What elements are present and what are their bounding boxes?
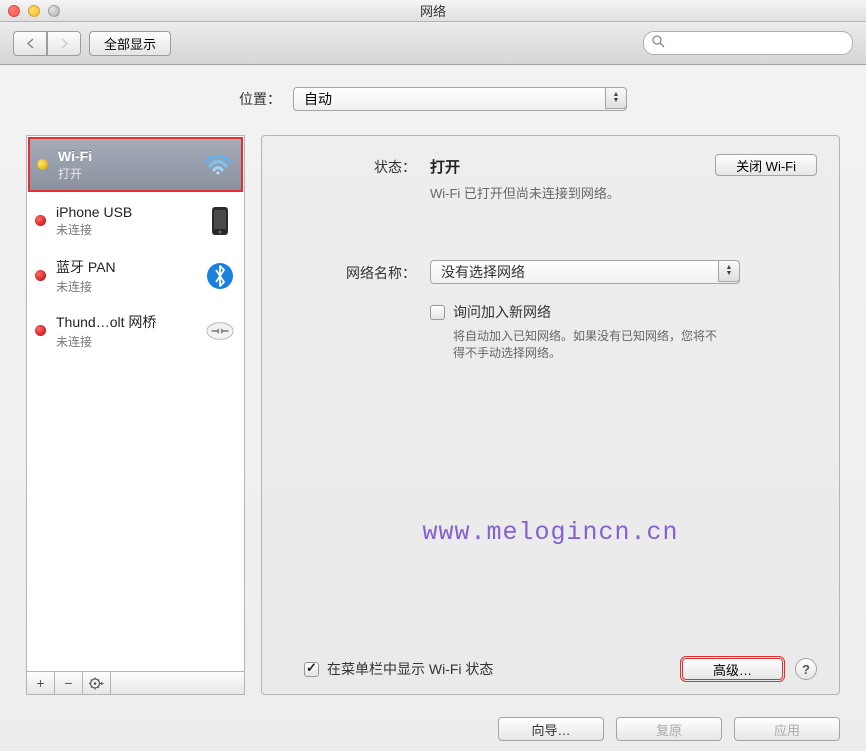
add-service-button[interactable]: + [27,672,55,694]
list-toolbar: + − [26,671,245,695]
network-name-select[interactable]: 没有选择网络 ▲▼ [430,260,740,284]
location-row: 位置： 自动 ▲▼ [26,87,840,111]
ask-join-checkbox[interactable] [430,305,445,320]
back-button[interactable] [13,31,47,56]
network-name-value: 没有选择网络 [441,262,525,282]
service-name: Thund…olt 网桥 [56,312,206,332]
service-status: 未连接 [56,278,206,295]
network-name-label: 网络名称： [284,260,416,283]
service-name: iPhone USB [56,204,206,220]
select-arrows-icon: ▲▼ [718,260,740,282]
traffic-lights [8,5,60,17]
sidebar: Wi-Fi 打开 iPhone USB 未连接 [26,135,245,695]
remove-service-button[interactable]: − [55,672,83,694]
status-dot-icon [35,215,46,226]
ask-join-row: 询问加入新网络 将自动加入已知网络。如果没有已知网络，您将不得不手动选择网络。 [284,302,817,362]
service-status: 打开 [58,165,204,182]
apply-button[interactable]: 应用 [734,717,840,741]
toolbar: 全部显示 [0,22,866,65]
service-name: Wi-Fi [58,148,204,164]
location-value: 自动 [304,89,332,109]
status-dot-icon [37,159,48,170]
service-list: Wi-Fi 打开 iPhone USB 未连接 [26,135,245,671]
forward-button[interactable] [47,31,81,56]
service-item-thunderbolt-bridge[interactable]: Thund…olt 网桥 未连接 [27,303,244,358]
select-arrows-icon: ▲▼ [605,87,627,109]
network-name-row: 网络名称： 没有选择网络 ▲▼ [284,260,817,284]
bluetooth-icon [206,262,234,290]
wifi-toggle-button[interactable]: 关闭 Wi-Fi [715,154,817,176]
advanced-button[interactable]: 高级… [682,658,783,680]
content-area: 位置： 自动 ▲▼ Wi-Fi 打开 [0,65,866,707]
menubar-checkbox[interactable] [304,662,319,677]
iphone-icon [206,207,234,235]
location-select[interactable]: 自动 ▲▼ [293,87,627,111]
detail-panel: 状态： 打开 Wi-Fi 已打开但尚未连接到网络。 关闭 Wi-Fi 网络名称：… [261,135,840,695]
service-item-bluetooth-pan[interactable]: 蓝牙 PAN 未连接 [27,248,244,303]
location-label: 位置： [239,89,281,109]
ask-join-description: 将自动加入已知网络。如果没有已知网络，您将不得不手动选择网络。 [453,328,723,362]
service-item-iphone-usb[interactable]: iPhone USB 未连接 [27,193,244,248]
help-button[interactable]: ? [795,658,817,680]
minimize-icon[interactable] [28,5,40,17]
status-row: 状态： 打开 Wi-Fi 已打开但尚未连接到网络。 关闭 Wi-Fi [284,154,817,202]
service-name: 蓝牙 PAN [56,257,206,277]
status-value: 打开 [430,156,460,177]
gear-icon [89,677,104,690]
search-icon [652,35,665,51]
menubar-label: 在菜单栏中显示 Wi-Fi 状态 [327,659,493,679]
watermark-text: www.melogincn.cn [422,518,678,547]
network-prefs-window: 网络 全部显示 位置： 自动 ▲▼ [0,0,866,751]
service-status: 未连接 [56,221,206,238]
actions-menu-button[interactable] [83,672,111,694]
main-row: Wi-Fi 打开 iPhone USB 未连接 [26,135,840,695]
service-status: 未连接 [56,333,206,350]
show-all-button[interactable]: 全部显示 [89,31,171,56]
titlebar[interactable]: 网络 [0,0,866,22]
status-dot-icon [35,325,46,336]
service-item-wifi[interactable]: Wi-Fi 打开 [28,137,243,192]
detail-footer: 在菜单栏中显示 Wi-Fi 状态 高级… ? [284,658,817,680]
search-input[interactable] [643,31,853,55]
assist-button[interactable]: 向导… [498,717,604,741]
status-label: 状态： [284,154,416,177]
footer: 向导… 复原 应用 [0,707,866,751]
wifi-icon [204,151,232,179]
thunderbolt-icon [206,317,234,345]
window-title: 网络 [420,1,446,20]
status-description: Wi-Fi 已打开但尚未连接到网络。 [430,183,715,202]
nav-buttons [13,31,81,56]
status-dot-icon [35,270,46,281]
revert-button[interactable]: 复原 [616,717,722,741]
chevron-left-icon [26,38,35,49]
zoom-icon[interactable] [48,5,60,17]
chevron-right-icon [60,38,69,49]
ask-join-label: 询问加入新网络 [453,302,551,322]
close-icon[interactable] [8,5,20,17]
